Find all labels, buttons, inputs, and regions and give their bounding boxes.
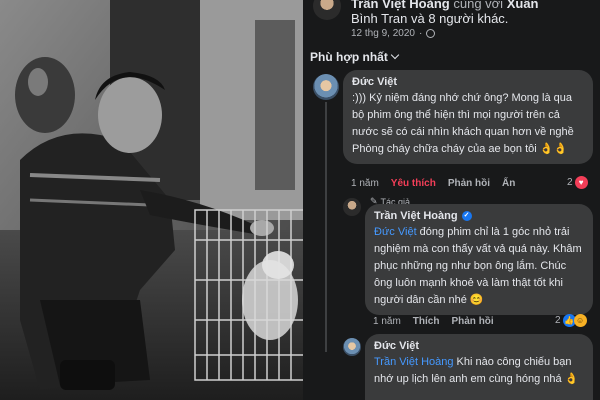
post-date[interactable]: 12 thg 9, 2020 · <box>351 28 436 39</box>
reaction-count: 2 <box>567 177 573 188</box>
comment-time[interactable]: 1 năm <box>351 178 379 189</box>
reply-time[interactable]: 1 năm <box>373 316 401 327</box>
comment-author[interactable]: Đức Việt <box>352 76 584 88</box>
reply-reaction-summary[interactable]: 2 👍 ☺ <box>555 314 587 327</box>
post-header: Trần Việt Hoàng cùng với Xuân Bình Tran … <box>303 0 600 44</box>
author-avatar[interactable] <box>313 0 341 20</box>
heart-reaction-icon: ♥ <box>574 176 588 189</box>
comments-panel: Trần Việt Hoàng cùng với Xuân Bình Tran … <box>303 0 600 400</box>
reply2-avatar[interactable] <box>343 338 361 356</box>
reply-button[interactable]: Phản hồi <box>448 178 490 189</box>
reply2-mention-link[interactable]: Trần Việt Hoàng <box>374 356 454 368</box>
comment-sort-dropdown[interactable]: Phù hợp nhất <box>310 50 400 64</box>
reply-author[interactable]: Trần Việt Hoàng <box>374 210 458 222</box>
reply-reply-button[interactable]: Phản hồi <box>451 316 493 327</box>
reply2-text: Trần Việt Hoàng Khi nào công chiếu bạn n… <box>374 354 584 388</box>
sort-label: Phù hợp nhất <box>310 50 388 64</box>
post-date-text: 12 thg 9, 2020 <box>351 28 415 39</box>
post-author-name[interactable]: Trần Việt Hoàng <box>351 0 450 11</box>
reply-like-button[interactable]: Thích <box>413 316 440 327</box>
with-text: cùng với <box>453 0 504 11</box>
reply-bubble: Trần Việt Hoàng ✓ Đức Việt đóng phim chỉ… <box>365 204 593 315</box>
firefighter-photo <box>0 0 303 400</box>
tagged-name[interactable]: Xuân <box>507 0 539 11</box>
reply2-bubble: Đức Việt Trần Việt Hoàng Khi nào công ch… <box>365 334 593 400</box>
globe-icon <box>426 29 436 38</box>
chevron-down-icon <box>390 50 400 60</box>
comment-actions: 1 năm Yêu thích Phản hồi Ẩn <box>351 178 515 189</box>
like-button[interactable]: Yêu thích <box>391 178 436 189</box>
reply-body: đóng phim chỉ là 1 góc nhỏ trải nghiệm m… <box>374 226 582 306</box>
post-photo[interactable] <box>0 0 303 400</box>
reply-reaction-count: 2 <box>555 315 561 326</box>
haha-reaction-icon: ☺ <box>573 314 587 327</box>
comment-text: :))) Kỷ niệm đáng nhớ chứ ông? Mong là q… <box>352 92 574 155</box>
date-separator: · <box>418 28 423 39</box>
mention-link[interactable]: Đức Việt <box>374 226 417 238</box>
hide-button[interactable]: Ẩn <box>502 178 515 189</box>
reply-author-line: Trần Việt Hoàng ✓ <box>374 210 584 222</box>
reply-avatar[interactable] <box>343 198 361 216</box>
tagged-others[interactable]: Bình Tran và 8 người khác. <box>351 11 508 26</box>
reply-actions: 1 năm Thích Phản hồi <box>373 316 494 327</box>
post-author-line: Trần Việt Hoàng cùng với Xuân <box>351 0 539 11</box>
reply2-author[interactable]: Đức Việt <box>374 340 584 352</box>
thread-line <box>325 102 327 352</box>
reply-text: Đức Việt đóng phim chỉ là 1 góc nhỏ trải… <box>374 224 584 309</box>
comment-bubble: Đức Việt :))) Kỷ niệm đáng nhớ chứ ông? … <box>343 70 593 164</box>
reaction-summary[interactable]: 2 ♥ <box>567 176 588 189</box>
verified-badge-icon: ✓ <box>461 211 472 221</box>
comment-avatar[interactable] <box>313 74 339 100</box>
